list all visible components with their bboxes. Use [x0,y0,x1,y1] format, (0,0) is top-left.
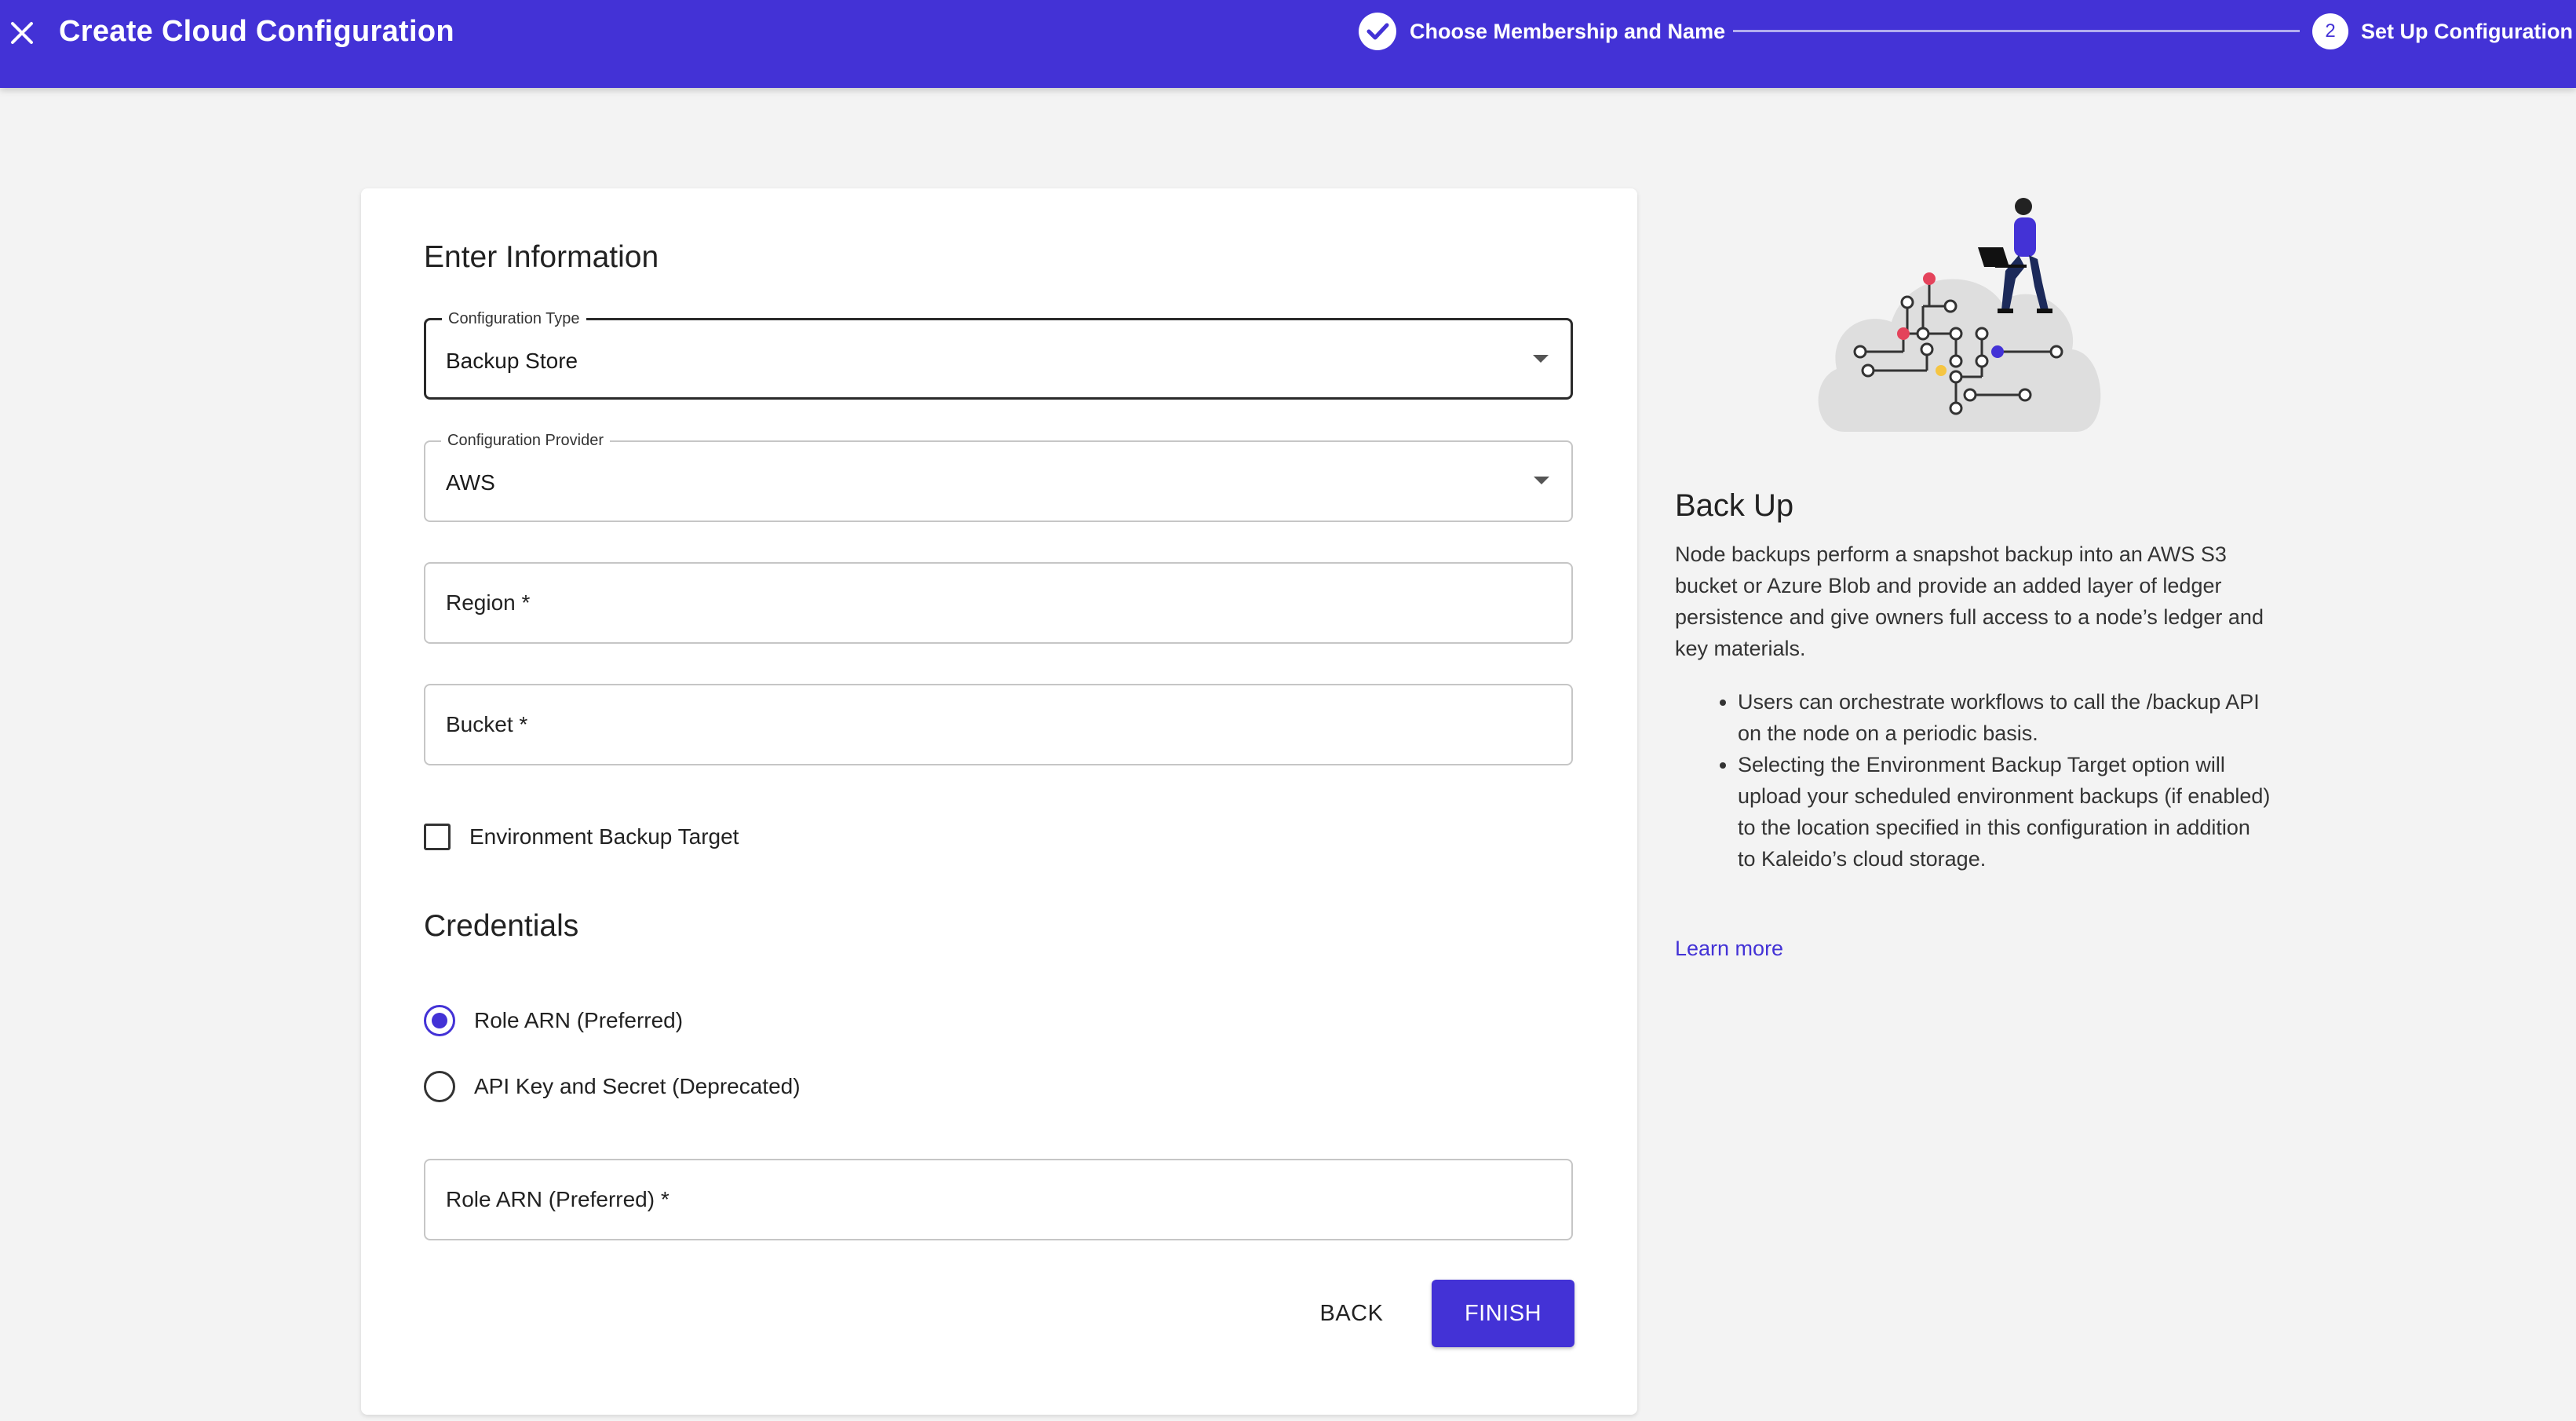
step-set-up-configuration: 2 Set Up Configuration [2312,12,2573,51]
caret-down-icon [1533,355,1549,363]
credential-option-role-arn[interactable]: Role ARN (Preferred) [424,1005,683,1036]
step-label: Set Up Configuration [2361,19,2573,43]
environment-backup-target-option[interactable]: Environment Backup Target [424,824,739,850]
step-number-badge: 2 [2312,13,2348,49]
environment-backup-target-label: Environment Backup Target [469,824,739,849]
role-arn-radio[interactable] [424,1005,455,1036]
close-icon[interactable] [6,17,38,49]
configuration-type-select[interactable]: Configuration Type Backup Store [424,309,1573,400]
circuit-node-blue [1991,345,2004,358]
learn-more-link[interactable]: Learn more [1675,937,1783,961]
role-arn-input[interactable] [425,1160,1571,1239]
section-title-credentials: Credentials [424,909,579,943]
step-connector [1733,30,2300,32]
section-title-enter-information: Enter Information [424,240,659,274]
role-arn-radio-label: Role ARN (Preferred) [474,1008,684,1032]
circuit-node-red [1923,272,1936,285]
role-arn-field[interactable] [424,1159,1573,1240]
cloud-circuit-illustration [1818,198,2101,432]
list-item: Selecting the Environment Backup Target … [1738,749,2271,875]
back-button[interactable]: BACK [1290,1280,1413,1347]
environment-backup-target-checkbox[interactable] [424,824,451,850]
caret-down-icon [1534,477,1549,484]
region-field[interactable] [424,562,1573,644]
circuit-node-yellow [1936,365,1947,376]
configuration-type-value: Backup Store [446,349,578,373]
api-key-radio[interactable] [424,1071,455,1102]
info-bullet-list: Users can orchestrate workflows to call … [1675,686,2271,875]
page-title: Create Cloud Configuration [59,15,454,48]
circuit-node-red [1897,327,1910,340]
region-input[interactable] [425,564,1571,642]
api-key-radio-label: API Key and Secret (Deprecated) [474,1074,801,1098]
list-item: Users can orchestrate workflows to call … [1738,686,2271,749]
info-title: Back Up [1675,488,1794,523]
app-header: Create Cloud Configuration Choose Member… [0,0,2576,88]
bucket-field[interactable] [424,684,1573,765]
info-description: Node backups perform a snapshot backup i… [1675,542,2264,660]
step-label: Choose Membership and Name [1410,19,1726,43]
step-choose-membership: Choose Membership and Name [1358,12,1725,51]
credential-option-api-key[interactable]: API Key and Secret (Deprecated) [424,1071,801,1102]
finish-button[interactable]: FINISH [1432,1280,1574,1347]
bucket-input[interactable] [425,685,1571,764]
check-circle-icon [1359,13,1396,50]
configuration-provider-select[interactable]: Configuration Provider AWS [424,430,1573,522]
configuration-provider-value: AWS [446,470,495,495]
configuration-form-card: Enter Information Configuration Type Bac… [361,188,1637,1415]
